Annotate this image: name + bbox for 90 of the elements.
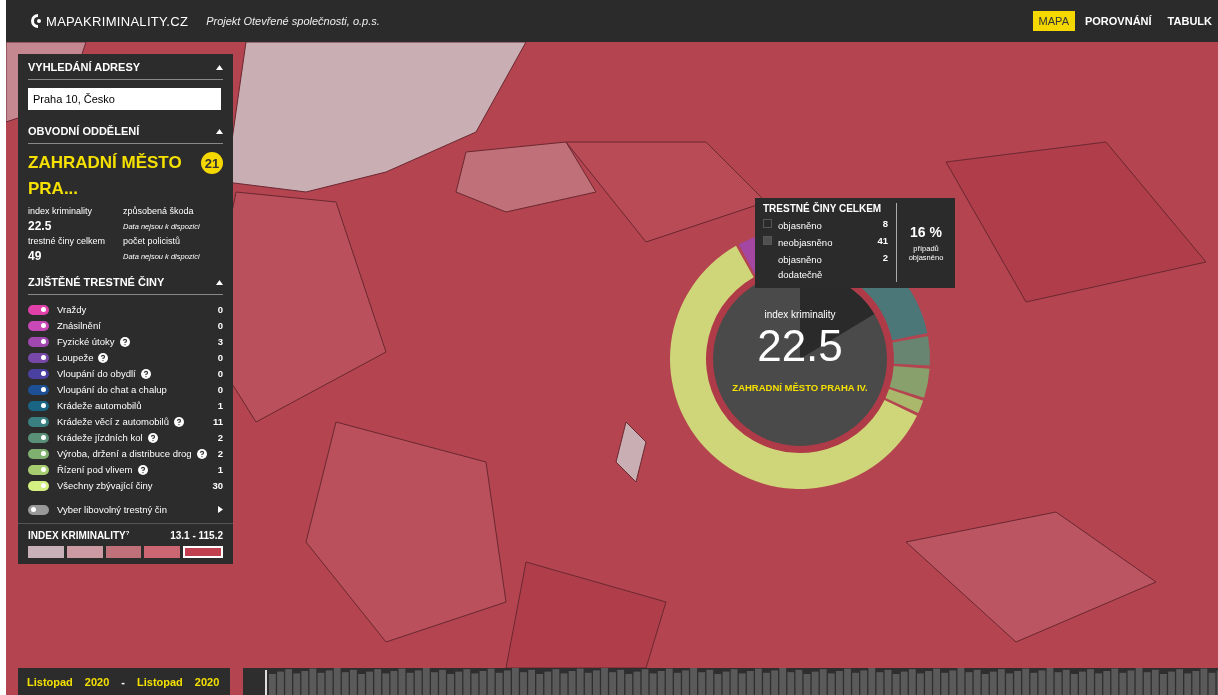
year-label[interactable]: 2020	[194, 675, 220, 688]
crime-label: Krádeže jízdních kol	[57, 432, 143, 444]
crime-toggle[interactable]	[28, 304, 49, 315]
section-title: VYHLEDÁNÍ ADRESY	[28, 61, 141, 73]
tooltip-label: objasněno dodatečně	[778, 253, 824, 282]
crime-count: 2	[217, 448, 223, 460]
help-icon[interactable]	[137, 464, 148, 475]
crime-label: Krádeže věcí z automobilů	[57, 416, 169, 428]
stat-value: 49	[28, 249, 43, 263]
crime-toggle[interactable]	[28, 400, 49, 411]
help-icon[interactable]	[119, 336, 130, 347]
crime-label: Všechny zbývající činy	[57, 480, 153, 492]
crime-toggle[interactable]	[28, 416, 49, 427]
count-badge: 21	[201, 152, 223, 174]
legend-swatch[interactable]	[66, 545, 103, 558]
district-name: ZAHRADNÍ MĚSTO PRA...	[28, 152, 183, 200]
crime-label: Vloupání do chat a chalup	[57, 384, 167, 396]
tooltip-title: TRESTNÉ ČINY CELKEM	[763, 203, 883, 214]
crime-count: 0	[217, 320, 223, 332]
legend-range: 13.1 - 115.2	[170, 529, 223, 541]
section-title: ZJIŠTĚNÉ TRESTNÉ ČINY	[28, 276, 165, 288]
crime-toggle[interactable]	[28, 352, 49, 363]
tooltip-label: neobjasněno	[778, 236, 834, 250]
crime-toggle[interactable]	[28, 368, 49, 379]
stat-value: 22.5	[28, 219, 53, 233]
crime-label: Výroba, držení a distribuce drog	[57, 448, 192, 460]
arrow-right-icon[interactable]	[218, 506, 223, 514]
stat-label: způsobená škoda	[123, 206, 195, 216]
tooltip-value: 2	[882, 252, 888, 263]
crime-label: Krádeže automobilů	[57, 400, 142, 412]
help-icon[interactable]	[173, 416, 184, 427]
crime-count: 0	[217, 368, 223, 380]
tooltip-value: 41	[877, 235, 888, 246]
legend-swatch[interactable]	[144, 545, 181, 558]
donut-value: 22.5	[757, 320, 843, 372]
crime-label: Fyzické útoky	[57, 336, 115, 348]
help-icon[interactable]	[147, 432, 158, 443]
legend-swatch[interactable]	[183, 545, 223, 558]
solved-percent: 16 %	[910, 223, 942, 240]
crime-count: 11	[212, 416, 223, 428]
stat-label: index kriminality	[28, 206, 94, 216]
help-icon[interactable]	[196, 448, 207, 459]
collapse-icon[interactable]	[216, 279, 223, 285]
month-label[interactable]: Listopad	[137, 675, 183, 688]
crime-count: 2	[217, 432, 223, 444]
stat-label: trestné činy celkem	[28, 236, 107, 246]
logo-icon	[28, 13, 42, 29]
tooltip-label: objasněno	[778, 219, 823, 233]
crime-count: 3	[217, 336, 223, 348]
crime-toggle[interactable]	[28, 432, 49, 443]
collapse-icon[interactable]	[216, 128, 223, 134]
crime-label: Řízení pod vlivem	[57, 464, 133, 476]
crime-picker-label[interactable]: Vyber libovolný trestný čin	[57, 504, 167, 516]
tooltip-value: 8	[882, 218, 888, 229]
crime-count: 0	[217, 304, 223, 316]
nav-tab[interactable]: POROVNÁNÍ	[1078, 11, 1158, 31]
logo-text[interactable]: MAPAKRIMINALITY.CZ	[46, 13, 189, 29]
crime-count: 0	[217, 384, 223, 396]
donut-label: index kriminality	[764, 309, 836, 320]
crime-label: Znásilnění	[57, 320, 101, 332]
crime-toggle[interactable]	[28, 320, 49, 331]
crime-toggle[interactable]	[28, 336, 49, 347]
collapse-icon[interactable]	[216, 64, 223, 70]
project-subtitle: Projekt Otevřené společnosti, o.p.s.	[206, 15, 380, 27]
legend-swatch[interactable]	[28, 545, 64, 558]
stat-label: počet policistů	[123, 236, 182, 246]
help-icon[interactable]	[98, 352, 109, 363]
section-title: OBVODNÍ ODDĚLENÍ	[28, 125, 140, 137]
crime-toggle[interactable]	[28, 480, 49, 491]
crime-toggle[interactable]	[28, 464, 49, 475]
crime-count: 30	[212, 480, 223, 492]
crime-toggle[interactable]	[28, 384, 49, 395]
crime-toggle[interactable]	[28, 448, 49, 459]
nav-tab[interactable]: MAPA	[1032, 11, 1075, 31]
range-separator: -	[121, 675, 125, 688]
year-label[interactable]: 2020	[84, 675, 110, 688]
crime-count: 0	[217, 352, 223, 364]
help-icon[interactable]	[140, 368, 151, 379]
crime-label: Loupeže	[57, 352, 94, 364]
crime-label: Vloupání do obydlí	[57, 368, 136, 380]
address-input[interactable]: Praha 10, Česko	[28, 88, 221, 110]
legend-title: INDEX KRIMINALITY$^{?}$	[28, 529, 130, 541]
crime-count: 1	[217, 400, 223, 412]
month-label[interactable]: Listopad	[27, 675, 73, 688]
legend-swatch[interactable]	[105, 545, 142, 558]
crime-label: Vraždy	[57, 304, 87, 316]
crime-count: 1	[217, 464, 223, 476]
donut-district-name: ZAHRADNÍ MĚSTO PRAHA IV.	[732, 382, 868, 393]
crime-toggle[interactable]	[28, 504, 49, 515]
nav-tab[interactable]: TABULK	[1161, 11, 1218, 31]
